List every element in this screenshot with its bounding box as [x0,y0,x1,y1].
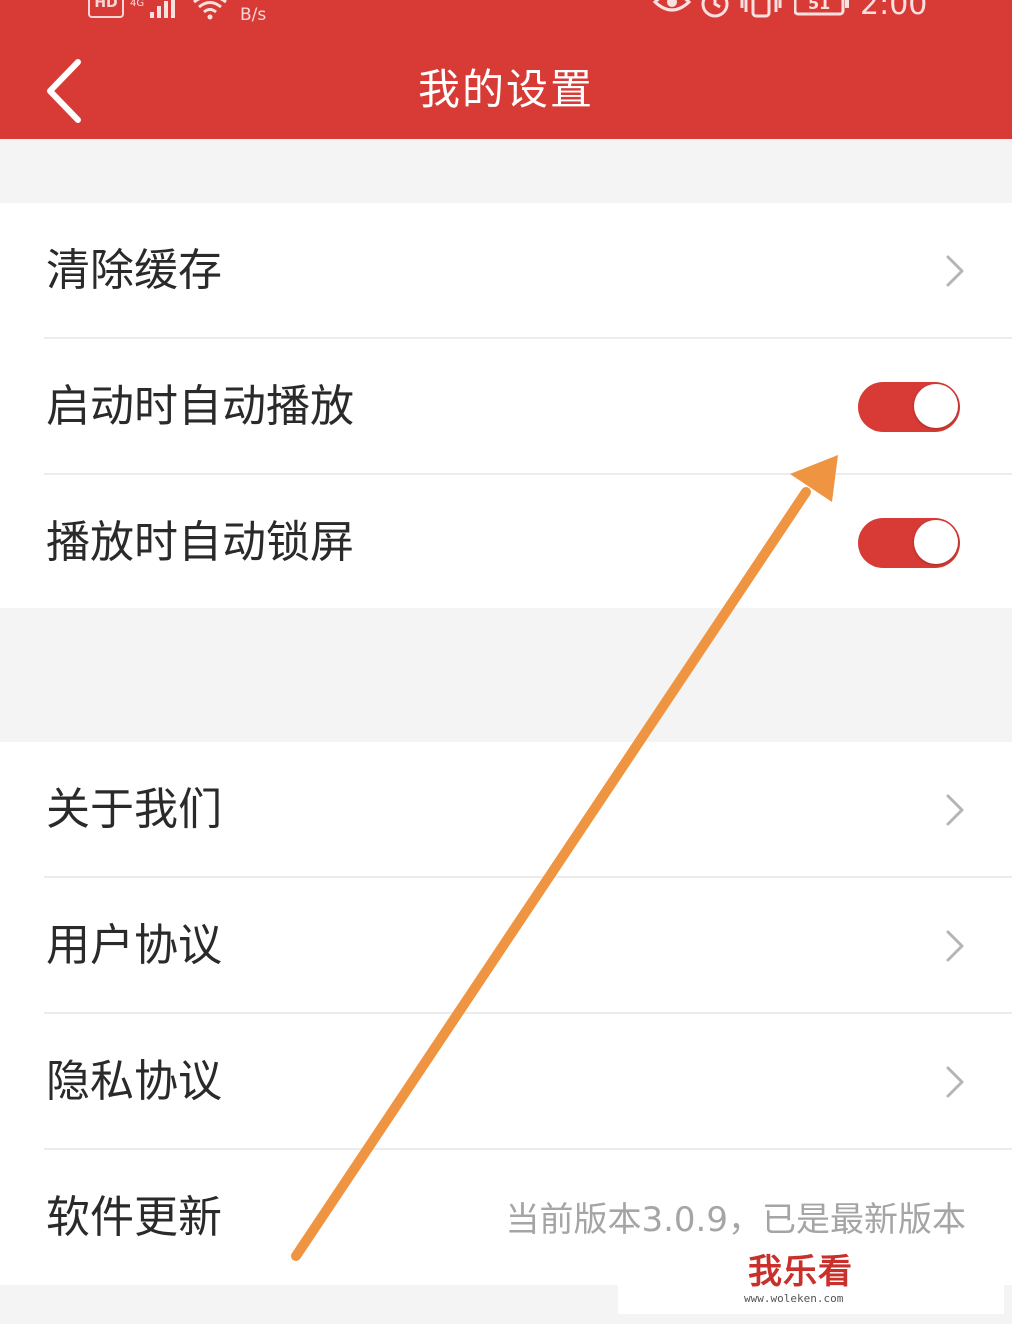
autoplay-on-start-row: 启动时自动播放 [0,339,1012,475]
privacy-agreement-row[interactable]: 隐私协议 [0,1014,1012,1150]
chevron-right-icon [946,794,964,826]
status-bar: HD 4G B/s 51 2:00 [0,0,1012,30]
wifi-icon [193,0,227,20]
row-label: 启动时自动播放 [46,381,354,432]
watermark-url: www.woleken.com [744,1292,844,1305]
app-header: HD 4G B/s 51 2:00 我的设置 [0,0,1012,139]
net-speed: B/s [240,5,267,25]
row-label: 清除缓存 [46,245,222,296]
autolock-toggle[interactable] [858,518,960,568]
chevron-right-icon [946,255,964,287]
autolock-on-play-row: 播放时自动锁屏 [0,475,1012,611]
row-label: 关于我们 [46,784,222,835]
row-label: 播放时自动锁屏 [46,517,354,568]
hd-icon: HD [88,0,124,18]
clear-cache-row[interactable]: 清除缓存 [0,203,1012,339]
about-us-row[interactable]: 关于我们 [0,742,1012,878]
signal-icon: 4G [130,0,175,18]
version-status: 当前版本3.0.9，已是最新版本 [505,1200,966,1240]
watermark: 我乐看 www.woleken.com [618,1250,1004,1314]
status-time: 2:00 [860,0,928,22]
row-label: 软件更新 [46,1192,222,1243]
eye-icon [653,0,691,12]
watermark-logo: 我乐看 [748,1252,853,1292]
vibrate-icon [740,0,782,18]
toggle-knob [914,520,958,564]
alarm-icon [701,0,729,18]
chevron-right-icon [946,930,964,962]
page-title: 我的设置 [417,65,594,114]
user-agreement-row[interactable]: 用户协议 [0,878,1012,1014]
battery-level: 51 [808,0,831,13]
settings-group-1: 清除缓存 启动时自动播放 播放时自动锁屏 [0,203,1012,608]
settings-group-2: 关于我们 用户协议 隐私协议 软件更新 当前版本3.0.9，已是最新版本 [0,742,1012,1285]
row-label: 隐私协议 [46,1056,222,1107]
chevron-right-icon [946,1066,964,1098]
row-label: 用户协议 [46,920,222,971]
svg-text:4G: 4G [130,0,144,9]
toggle-knob [914,384,958,428]
autoplay-toggle[interactable] [858,382,960,432]
